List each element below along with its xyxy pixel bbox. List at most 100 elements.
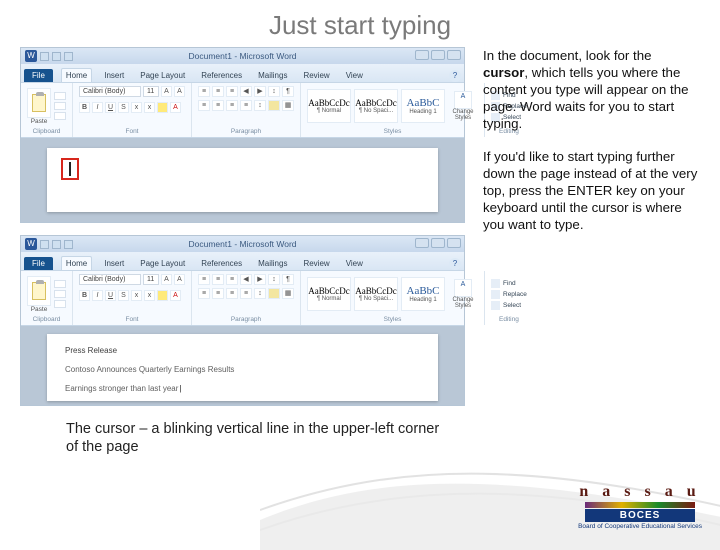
figure-caption: The cursor – a blinking vertical line in… bbox=[20, 406, 450, 456]
change-styles-button[interactable]: A bbox=[454, 91, 472, 109]
word-titlebar-2: W Document1 - Microsoft Word bbox=[21, 236, 464, 252]
minimize-button[interactable] bbox=[415, 238, 429, 248]
borders-button[interactable]: ▦ bbox=[282, 100, 294, 111]
close-button[interactable] bbox=[447, 50, 461, 60]
logo-stripe bbox=[585, 502, 695, 508]
line-spacing-button[interactable]: ↕ bbox=[254, 100, 266, 111]
document-area-1 bbox=[21, 138, 464, 222]
show-marks-button[interactable]: ¶ bbox=[282, 86, 294, 97]
tab-file[interactable]: File bbox=[24, 69, 53, 82]
tab-references[interactable]: References bbox=[197, 69, 246, 82]
font-color-button[interactable]: A bbox=[170, 102, 181, 113]
tab-mailings[interactable]: Mailings bbox=[254, 69, 291, 82]
change-styles-label: Change Styles bbox=[448, 109, 478, 121]
tab-insert[interactable]: Insert bbox=[100, 257, 128, 270]
underline-button[interactable]: U bbox=[105, 102, 116, 113]
tab-references[interactable]: References bbox=[197, 257, 246, 270]
maximize-button[interactable] bbox=[431, 50, 445, 60]
close-button[interactable] bbox=[447, 238, 461, 248]
tab-home[interactable]: Home bbox=[61, 68, 92, 82]
content-row: W Document1 - Microsoft Word File Home I… bbox=[0, 47, 720, 456]
superscript-button[interactable]: x bbox=[144, 102, 155, 113]
document-page-2[interactable]: Press Release Contoso Announces Quarterl… bbox=[47, 334, 438, 401]
logo-brand: n a s s a u bbox=[578, 483, 702, 501]
word-titlebar: W Document1 - Microsoft Word bbox=[21, 48, 464, 64]
qat-save-icon bbox=[40, 52, 49, 61]
paste-button[interactable] bbox=[27, 88, 51, 118]
bold-button[interactable]: B bbox=[79, 102, 90, 113]
justify-button[interactable]: ≡ bbox=[240, 100, 252, 111]
paragraph-1: In the document, look for the cursor, wh… bbox=[483, 47, 698, 132]
minimize-button[interactable] bbox=[415, 50, 429, 60]
tab-review[interactable]: Review bbox=[299, 69, 333, 82]
tab-view[interactable]: View bbox=[342, 257, 367, 270]
bullets-button[interactable]: ≡ bbox=[198, 86, 210, 97]
doc-line-1: Press Release bbox=[65, 346, 420, 355]
style-normal[interactable]: AaBbCcDc¶ Normal bbox=[307, 277, 351, 311]
multilevel-button[interactable]: ≡ bbox=[226, 86, 238, 97]
align-left-button[interactable]: ≡ bbox=[198, 100, 210, 111]
maximize-button[interactable] bbox=[431, 238, 445, 248]
indent-inc-button[interactable]: ▶ bbox=[254, 86, 266, 97]
indent-dec-button[interactable]: ◀ bbox=[240, 86, 252, 97]
doc-line-3: Earnings stronger than last year bbox=[65, 384, 420, 393]
document-area-2: Press Release Contoso Announces Quarterl… bbox=[21, 326, 464, 405]
grow-font-button[interactable]: A bbox=[161, 86, 172, 97]
slide-title: Just start typing bbox=[0, 0, 720, 47]
tab-view[interactable]: View bbox=[342, 69, 367, 82]
style-no-spacing[interactable]: AaBbCcDc¶ No Spaci... bbox=[354, 277, 398, 311]
italic-button[interactable]: I bbox=[92, 102, 103, 113]
logo-acronym: BOCES bbox=[585, 509, 695, 522]
window-title-2: Document1 - Microsoft Word bbox=[188, 239, 296, 249]
qat-redo-icon bbox=[64, 52, 73, 61]
numbering-button[interactable]: ≡ bbox=[212, 86, 224, 97]
doc-line-2: Contoso Announces Quarterly Earnings Res… bbox=[65, 365, 420, 374]
font-size-select[interactable]: 11 bbox=[143, 274, 159, 285]
style-normal[interactable]: AaBbCcDc¶ Normal bbox=[307, 89, 351, 123]
shrink-font-button[interactable]: A bbox=[174, 86, 185, 97]
logo-tagline: Board of Cooperative Educational Service… bbox=[578, 523, 702, 530]
document-page-1[interactable] bbox=[47, 148, 438, 212]
quick-access-toolbar: W bbox=[25, 50, 73, 62]
shading-button[interactable] bbox=[268, 100, 280, 111]
align-center-button[interactable]: ≡ bbox=[212, 100, 224, 111]
paragraph-2: If you'd like to start typing further do… bbox=[483, 148, 698, 233]
highlight-button[interactable] bbox=[157, 102, 168, 113]
tab-insert[interactable]: Insert bbox=[100, 69, 128, 82]
align-right-button[interactable]: ≡ bbox=[226, 100, 238, 111]
strike-button[interactable]: S bbox=[118, 102, 129, 113]
format-painter-button[interactable] bbox=[54, 112, 66, 120]
style-no-spacing[interactable]: AaBbCcDc¶ No Spaci... bbox=[354, 89, 398, 123]
word-app-icon: W bbox=[25, 50, 37, 62]
sort-button[interactable]: ↕ bbox=[268, 86, 280, 97]
ribbon-tabs: File Home Insert Page Layout References … bbox=[21, 64, 464, 82]
group-styles: AaBbCcDc¶ Normal AaBbCcDc¶ No Spaci... A… bbox=[301, 83, 485, 137]
paste-button[interactable] bbox=[27, 276, 51, 306]
font-name-select[interactable]: Calibri (Body) bbox=[79, 274, 141, 285]
qat-undo-icon bbox=[52, 52, 61, 61]
text-cursor-icon bbox=[69, 162, 71, 176]
tab-file[interactable]: File bbox=[24, 257, 53, 270]
window-title: Document1 - Microsoft Word bbox=[188, 51, 296, 61]
group-paragraph: ≡ ≡ ≡ ◀ ▶ ↕ ¶ ≡ ≡ ≡ ≡ bbox=[192, 83, 301, 137]
paste-label: Paste bbox=[31, 118, 48, 125]
subscript-button[interactable]: x bbox=[131, 102, 142, 113]
style-heading-1[interactable]: AaBbCHeading 1 bbox=[401, 277, 445, 311]
word-app-icon: W bbox=[25, 238, 37, 250]
group-label-paragraph: Paragraph bbox=[198, 126, 294, 135]
help-icon[interactable]: ? bbox=[449, 70, 461, 82]
group-label-font: Font bbox=[79, 126, 185, 135]
tab-page-layout[interactable]: Page Layout bbox=[136, 257, 189, 270]
tab-mailings[interactable]: Mailings bbox=[254, 257, 291, 270]
tab-home[interactable]: Home bbox=[61, 256, 92, 270]
font-size-select[interactable]: 11 bbox=[143, 86, 159, 97]
word-screenshot-2: W Document1 - Microsoft Word File Home I… bbox=[20, 235, 465, 406]
tab-page-layout[interactable]: Page Layout bbox=[136, 69, 189, 82]
clipboard-icon bbox=[32, 94, 46, 112]
tab-review[interactable]: Review bbox=[299, 257, 333, 270]
cut-button[interactable] bbox=[54, 92, 66, 100]
font-name-select[interactable]: Calibri (Body) bbox=[79, 86, 141, 97]
help-icon[interactable]: ? bbox=[449, 258, 461, 270]
style-heading-1[interactable]: AaBbCHeading 1 bbox=[401, 89, 445, 123]
copy-button[interactable] bbox=[54, 102, 66, 110]
